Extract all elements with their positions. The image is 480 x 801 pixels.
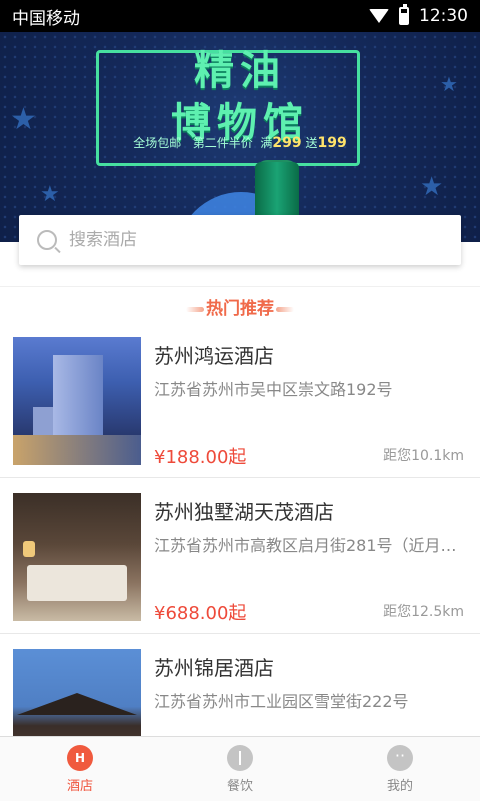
hotel-name: 苏州锦居酒店 — [154, 656, 274, 680]
carrier-label: 中国移动 — [12, 8, 80, 29]
tab-hotel[interactable]: 酒店 — [0, 737, 160, 801]
hotel-price: ¥688.00起 — [154, 603, 247, 624]
banner-title-line1: 精油 — [194, 47, 286, 94]
tab-profile[interactable]: 我的 — [320, 737, 480, 801]
hotel-icon — [67, 744, 93, 771]
hotel-photo — [13, 337, 141, 465]
search-bar[interactable] — [19, 215, 461, 265]
battery-icon — [399, 4, 409, 25]
profile-icon — [387, 744, 413, 771]
hotel-name: 苏州独墅湖天茂酒店 — [154, 500, 334, 524]
promo-gift: 送 — [305, 136, 318, 150]
hotel-list: 苏州鸿运酒店 江苏省苏州市吴中区崇文路192号 ¥188.00起 距您10.1k… — [0, 322, 480, 790]
promo-free-shipping: 全场包邮 — [133, 136, 182, 150]
list-item[interactable]: 苏州独墅湖天茂酒店 江苏省苏州市高教区启月街281号（近月亮湾） ¥688.00… — [0, 478, 480, 634]
tab-dining[interactable]: 餐饮 — [160, 737, 320, 801]
status-icons: 12:30 — [369, 4, 468, 26]
star-icon: ★ — [40, 182, 60, 207]
tab-label: 酒店 — [66, 778, 93, 794]
dining-icon — [227, 744, 253, 771]
list-item[interactable]: 苏州鸿运酒店 江苏省苏州市吴中区崇文路192号 ¥188.00起 距您10.1k… — [0, 322, 480, 478]
hotel-price: ¥188.00起 — [154, 447, 247, 468]
hotel-address: 江苏省苏州市吴中区崇文路192号 — [154, 380, 393, 399]
search-icon — [37, 230, 57, 250]
divider — [0, 286, 480, 287]
hotel-address: 江苏省苏州市工业园区雪堂街222号 — [154, 692, 409, 711]
section-title-text: 热门推荐 — [206, 299, 274, 319]
section-title: 热门推荐 — [0, 294, 480, 319]
search-input[interactable] — [67, 229, 431, 251]
promo-full: 满 — [260, 136, 273, 150]
promo-banner[interactable]: ★ ★ ★ ★ 精油 博物馆 全场包邮 第二件半价 满299 送199 — [0, 32, 480, 242]
hotel-address: 江苏省苏州市高教区启月街281号（近月亮湾） — [154, 536, 464, 555]
bottom-tab-bar: 酒店 餐饮 我的 — [0, 736, 480, 801]
banner-promo: 全场包邮 第二件半价 满299 送199 — [0, 134, 480, 151]
hotel-photo — [13, 493, 141, 621]
promo-gift-amount: 199 — [317, 135, 347, 151]
star-icon: ★ — [420, 172, 444, 202]
tab-label: 我的 — [386, 778, 413, 794]
promo-amount: 299 — [272, 135, 302, 151]
hotel-name: 苏州鸿运酒店 — [154, 344, 274, 368]
promo-half-price: 第二件半价 — [192, 136, 253, 150]
hotel-distance: 距您10.1km — [383, 448, 464, 464]
clock: 12:30 — [419, 6, 468, 26]
hotel-distance: 距您12.5km — [383, 604, 464, 620]
status-bar: 中国移动 12:30 — [0, 0, 480, 32]
wifi-icon — [369, 9, 389, 23]
tab-label: 餐饮 — [226, 778, 253, 794]
